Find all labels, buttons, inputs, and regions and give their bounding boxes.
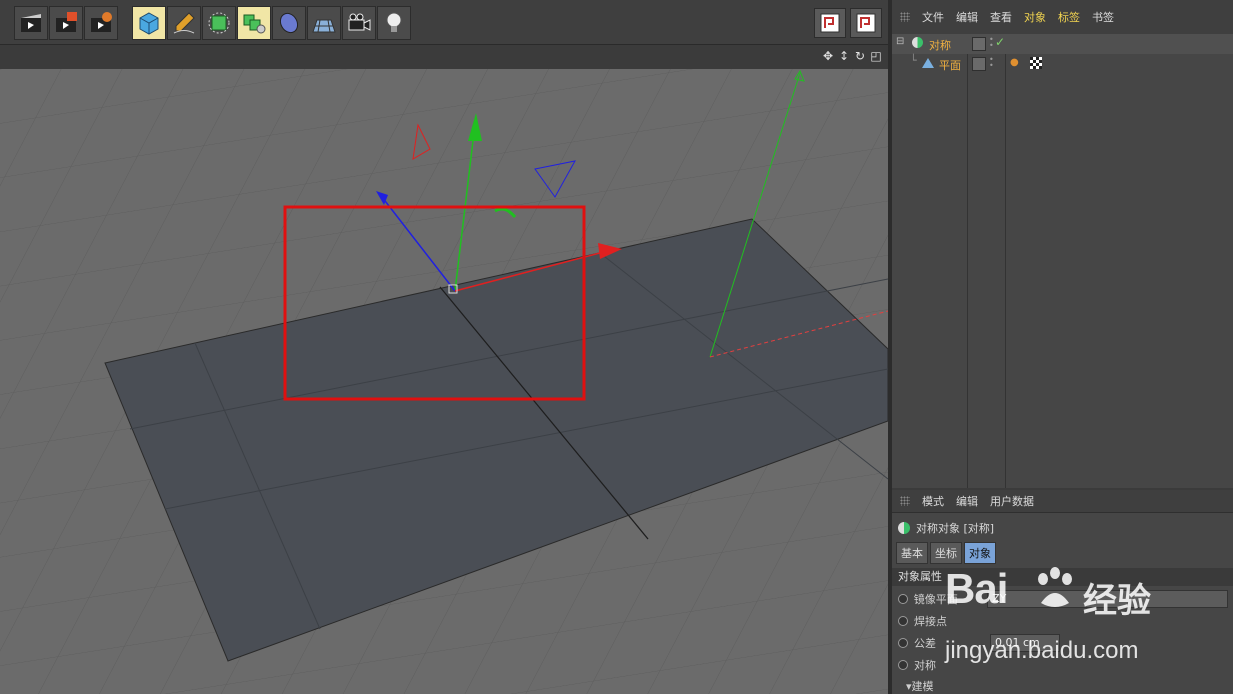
pen-button[interactable] [167, 6, 201, 40]
animate-radio[interactable] [898, 638, 908, 648]
tree-row-symmetry[interactable]: ⊟ 对称 • • ✓ [892, 34, 1233, 54]
tab-coord[interactable]: 坐标 [930, 542, 962, 564]
viewport-canvas [0, 69, 888, 694]
watermark-url: jingyan.baidu.com [945, 637, 1139, 664]
object-tree: ⊟ 对称 • • ✓ └ 平面 • • ● [892, 34, 1233, 488]
menu-tags[interactable]: 标签 [1058, 9, 1080, 25]
camera-icon [348, 13, 371, 31]
subdivision-icon [208, 12, 230, 34]
watermark-brand-zh: 经验 [1083, 581, 1151, 621]
texture-tag-icon[interactable] [1030, 57, 1042, 69]
subdivision-button[interactable] [202, 6, 236, 40]
viewport-nav-icons: ✥ ↕ ↻ ◰ [822, 49, 882, 63]
render-picture-button[interactable] [49, 6, 83, 40]
cube-icon [139, 12, 159, 35]
phong-tag-icon[interactable]: ● [1010, 58, 1020, 68]
move-view-icon[interactable]: ✥ [822, 49, 834, 63]
viewport-header: ✥ ↕ ↻ ◰ [0, 45, 888, 69]
layout-icon-1 [820, 13, 840, 33]
zoom-view-icon[interactable]: ↕ [838, 49, 850, 63]
floor-icon [312, 19, 336, 33]
render-picture-icon [56, 12, 77, 32]
render-dots[interactable]: • • [989, 56, 995, 70]
camera-button[interactable] [342, 6, 376, 40]
paw-icon [1038, 567, 1072, 607]
object-tools-group [132, 6, 411, 40]
layout-icon-2 [856, 13, 876, 33]
menu-objects[interactable]: 对象 [1024, 9, 1046, 25]
layout-buttons [814, 8, 882, 38]
tree-branch-line: └ [910, 54, 917, 67]
visibility-toggle[interactable] [972, 37, 986, 51]
maximize-view-icon[interactable]: ◰ [870, 49, 882, 63]
grip-icon[interactable] [900, 12, 910, 22]
layout-button-1[interactable] [814, 8, 846, 38]
rotate-view-icon[interactable]: ↻ [854, 49, 866, 63]
tree-row-plane[interactable]: └ 平面 • • ● [892, 54, 1233, 74]
render-view-icon [21, 14, 41, 32]
symmetry-icon [898, 522, 910, 534]
pen-icon [173, 12, 195, 34]
deformer-icon [279, 12, 299, 34]
baidu-watermark: Bai 经验 jingyan.baidu.com [945, 565, 1175, 675]
attribute-title: 对称对象 [对称] [898, 520, 994, 536]
tab-object[interactable]: 对象 [964, 542, 996, 564]
main-toolbar [0, 0, 888, 45]
object-manager-menu: 文件 编辑 查看 对象 标签 书签 [892, 0, 1233, 35]
render-tools-group [14, 6, 118, 40]
modeling-group-toggle[interactable]: ▾建模 [906, 678, 934, 694]
object-manager: 文件 编辑 查看 对象 标签 书签 ⊟ 对称 • • ✓ └ 平面 • • ● [892, 0, 1233, 488]
array-button[interactable] [237, 6, 271, 40]
attribute-manager-menu: 模式 编辑 用户数据 [892, 490, 1233, 513]
enabled-check-icon[interactable]: ✓ [995, 35, 1005, 49]
animate-radio[interactable] [898, 660, 908, 670]
grip-icon[interactable] [900, 496, 910, 506]
watermark-brand: Bai [945, 565, 1008, 612]
menu-user-data[interactable]: 用户数据 [990, 493, 1034, 509]
animate-radio[interactable] [898, 594, 908, 604]
cube-button[interactable] [132, 6, 166, 40]
object-name-plane[interactable]: 平面 [939, 57, 961, 73]
deformer-button[interactable] [272, 6, 306, 40]
tab-basic[interactable]: 基本 [896, 542, 928, 564]
render-settings-icon [91, 12, 112, 32]
symmetry-icon [912, 37, 923, 48]
array-icon [243, 14, 266, 34]
attribute-tabs: 基本 坐标 对象 [896, 542, 996, 564]
animate-radio[interactable] [898, 616, 908, 626]
menu-file[interactable]: 文件 [922, 9, 944, 25]
collapse-toggle[interactable]: ⊟ [896, 36, 904, 47]
menu-view[interactable]: 查看 [990, 9, 1012, 25]
menu-edit[interactable]: 编辑 [956, 493, 978, 509]
light-icon [386, 12, 402, 32]
3d-viewport[interactable] [0, 69, 888, 694]
light-button[interactable] [377, 6, 411, 40]
render-settings-button[interactable] [84, 6, 118, 40]
attribute-title-text: 对称对象 [对称] [916, 522, 995, 535]
object-name-symmetry[interactable]: 对称 [929, 37, 951, 53]
render-view-button[interactable] [14, 6, 48, 40]
menu-bookmarks[interactable]: 书签 [1092, 9, 1114, 25]
floor-button[interactable] [307, 6, 341, 40]
layout-button-2[interactable] [850, 8, 882, 38]
plane-icon [922, 58, 934, 68]
menu-mode[interactable]: 模式 [922, 493, 944, 509]
menu-edit[interactable]: 编辑 [956, 9, 978, 25]
visibility-toggle[interactable] [972, 57, 986, 71]
